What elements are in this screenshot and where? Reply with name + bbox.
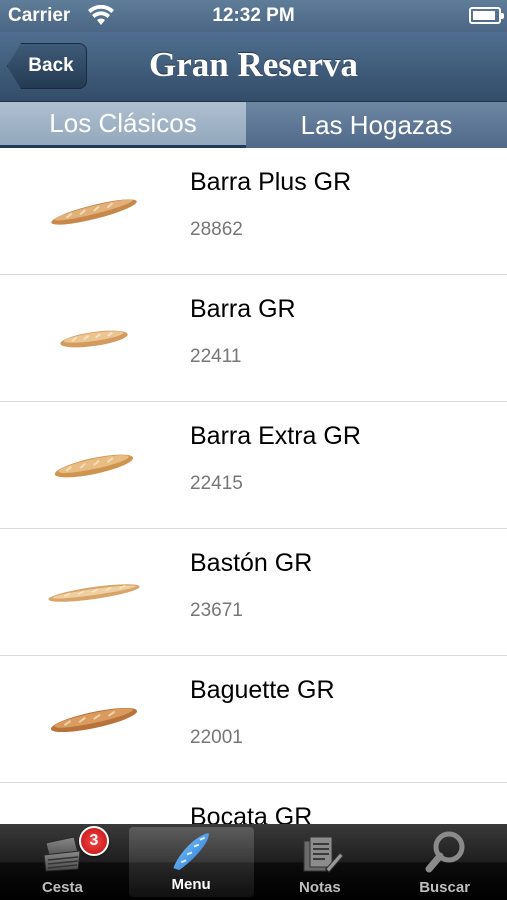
baguette-icon — [173, 832, 209, 871]
tab-notas[interactable]: Notas — [258, 824, 383, 900]
tab-buscar[interactable]: Buscar — [382, 824, 507, 900]
list-item[interactable]: Barra GR 22411 — [0, 275, 507, 402]
tab-las-hogazas[interactable]: Las Hogazas — [246, 102, 507, 148]
page-title: Gran Reserva — [149, 45, 358, 84]
bread-thumbnail — [48, 584, 140, 602]
bread-thumbnail — [46, 809, 142, 824]
product-code: 23671 — [190, 600, 243, 621]
product-name: Barra Extra GR — [190, 422, 361, 450]
product-code: 22415 — [190, 473, 243, 494]
bread-thumbnail — [50, 707, 138, 733]
list-item[interactable]: Baguette GR 22001 — [0, 656, 507, 783]
product-name: Barra Plus GR — [190, 168, 352, 196]
tab-los-clasicos[interactable]: Los Clásicos — [0, 102, 246, 148]
list-item[interactable]: Barra Plus GR 28862 — [0, 148, 507, 275]
bread-thumbnail — [51, 199, 137, 225]
clock: 12:32 PM — [212, 5, 295, 26]
battery-level — [473, 11, 495, 20]
list-item[interactable]: Bastón GR 23671 — [0, 529, 507, 656]
tab-label: Menu — [171, 876, 211, 893]
product-list[interactable]: Barra Plus GR 28862 Barra GR 22411 Barra… — [0, 148, 507, 824]
product-code: 28862 — [190, 219, 243, 240]
category-tabs: Los Clásicos Las Hogazas — [0, 102, 507, 148]
list-item[interactable]: Barra Extra GR 22415 — [0, 402, 507, 529]
cart-count-badge: 3 — [79, 826, 109, 856]
product-name: Baguette GR — [190, 676, 335, 704]
product-code: 22001 — [190, 727, 243, 748]
product-name: Barra GR — [190, 295, 296, 323]
tab-bar: 3 Cesta Menu Notas Buscar — [0, 824, 507, 900]
notes-icon — [303, 836, 344, 873]
status-bar: Carrier 12:32 PM — [0, 0, 507, 32]
product-name: Bastón GR — [190, 549, 313, 577]
battery-icon — [469, 7, 504, 24]
tab-label: Cesta — [41, 879, 83, 896]
navigation-bar: Back Gran Reserva — [0, 32, 507, 102]
product-code: 22411 — [190, 346, 242, 367]
tab-label: Buscar — [419, 879, 471, 896]
magnifier-icon — [425, 831, 465, 873]
bread-thumbnail — [60, 330, 128, 348]
list-item[interactable]: Bocata GR — [0, 783, 507, 824]
product-name: Bocata GR — [190, 803, 313, 824]
tab-label: Notas — [299, 879, 341, 896]
tab-menu[interactable]: Menu — [128, 827, 254, 897]
bread-thumbnail — [54, 454, 134, 478]
tab-cesta[interactable]: 3 Cesta — [0, 824, 125, 900]
